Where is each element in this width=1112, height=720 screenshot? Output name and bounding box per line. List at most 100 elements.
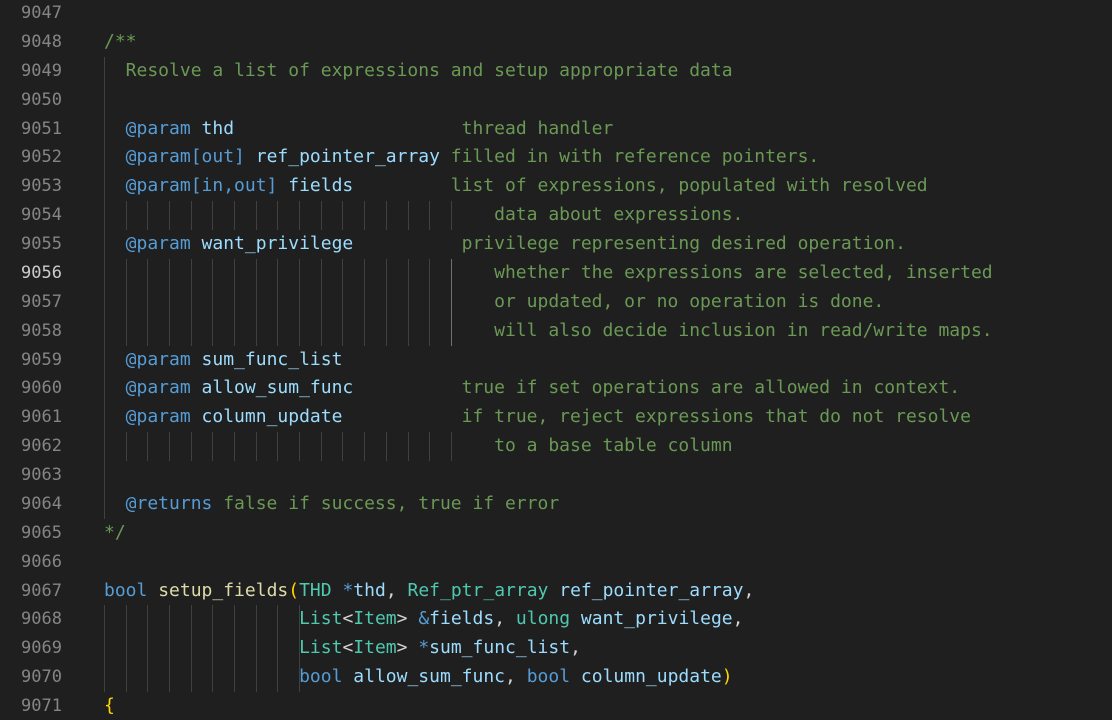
code-token: fields [288,175,354,197]
code-text: data about expressions. [104,201,743,230]
code-text: @param sum_func_list [104,346,343,375]
code-token: thread handler [234,117,614,139]
line-number: 9071 [21,696,62,716]
line-number: 9070 [21,667,62,688]
line-number: 9059 [21,349,62,370]
code-token: < [342,637,354,659]
code-line[interactable]: 9054 data about expressions. [0,201,1112,230]
line-number: 9064 [21,493,62,514]
line-number: 9050 [21,89,62,110]
code-text: @param want_privilege privilege represen… [104,230,906,259]
code-token: */ [104,521,126,543]
code-line[interactable]: 9049 Resolve a list of expressions and s… [0,56,1112,86]
code-text: { [104,692,115,720]
code-token: whether the expressions are selected, in… [104,261,993,283]
code-token: filled in with reference pointers. [439,146,820,168]
code-token: bool [299,666,343,688]
code-token: * [418,637,430,659]
code-token: ref_pointer_array [559,579,744,601]
code-token: Ref_ptr_array [407,579,549,601]
code-token: @param [104,377,191,399]
line-number: 9066 [21,551,62,572]
code-line[interactable]: 9048 /** [0,28,1112,57]
code-text: @returns false if success, true if error [104,490,559,519]
line-number: 9048 [21,31,62,52]
line-number: 9047 [21,3,62,23]
code-token: allow_sum_func [353,666,505,688]
code-line[interactable]: 9070 bool allow_sum_func, bool column_up… [0,663,1112,692]
code-text: @param[out] ref_pointer_array filled in … [104,143,820,172]
code-line[interactable]: 9051 @param thd thread handler [0,114,1112,144]
code-token: @param [104,348,191,370]
code-line[interactable]: 9061 @param column_update if true, rejec… [0,403,1112,433]
indent-guide [104,461,105,490]
code-token: data about expressions. [104,204,744,226]
code-token: privilege representing desired operation… [353,233,906,254]
code-token: bool [526,666,571,688]
code-line[interactable]: 9071 { [0,692,1112,720]
code-token: Item [353,637,397,659]
line-number: 9067 [21,580,62,601]
code-line[interactable]: 9063 [0,461,1112,490]
code-line[interactable]: 9069 List<Item> *sum_func_list, [0,634,1112,664]
code-line[interactable]: 9050 [0,85,1112,115]
code-token: bool [104,579,148,601]
code-line[interactable]: 9067 bool setup_fields(THD *thd, Ref_ptr_… [0,577,1112,606]
code-token: @returns [104,492,213,514]
line-number: 9068 [21,609,62,630]
code-line[interactable]: 9059 @param sum_func_list [0,345,1112,375]
code-token: , [570,637,581,659]
code-line[interactable]: 9064 @returns false if success, true if … [0,489,1112,519]
code-token: true if set operations are allowed in co… [353,377,961,399]
line-number: 9054 [21,205,62,226]
code-line[interactable]: 9066 [0,548,1112,577]
code-token: thd [353,579,386,601]
code-text: List<Item> *sum_func_list, [104,634,581,663]
code-token: List [299,608,343,630]
code-line[interactable]: 9052 @param[out] ref_pointer_array fille… [0,143,1112,173]
code-text: List<Item> &fields, ulong want_privilege… [104,605,743,634]
code-token: Resolve a list of expressions and setup … [104,59,733,81]
code-text: /** [104,28,137,57]
code-line[interactable]: 9058 will also decide inclusion in read/… [0,316,1112,346]
code-token: * [342,579,354,601]
code-token: setup_fields [158,579,289,601]
code-line[interactable]: 9065 */ [0,519,1112,548]
code-token: @param[out] [104,146,245,168]
code-line[interactable]: 9057 or updated, or no operation is done… [0,287,1112,317]
code-text: @param thd thread handler [104,115,614,144]
code-text: */ [104,519,126,548]
code-token: @param [104,117,191,139]
code-token: List [299,637,343,659]
code-token: column_update [580,666,722,688]
code-token: thd [201,117,235,139]
code-token: , [732,608,744,630]
code-token: sum_func_list [201,348,343,370]
code-token: allow_sum_func [201,377,354,399]
code-text: or updated, or no operation is done. [104,288,884,317]
code-line[interactable]: 9068 List<Item> &fields, ulong want_priv… [0,605,1112,635]
code-token: , [385,579,408,601]
code-line[interactable]: 9053 @param[in,out] fields list of expre… [0,172,1112,202]
indent-guide [104,85,105,115]
code-line[interactable]: 9055 @param want_privilege privilege rep… [0,230,1112,259]
code-line[interactable]: 9060 @param allow_sum_func true if set o… [0,374,1112,404]
code-line[interactable]: 9056 whether the expressions are selecte… [0,258,1112,288]
code-editor[interactable]: 9047 9048 /** 9049 Resolve a list of expres… [0,0,1112,720]
code-text: to a base table column [104,432,732,461]
code-line[interactable]: 9062 to a base table column [0,432,1112,461]
code-line[interactable]: 9047 [0,0,1112,28]
code-text: bool allow_sum_func, bool column_update) [104,663,733,692]
code-text: @param[in,out] fields list of expression… [104,172,928,201]
code-token: , [743,579,755,601]
code-token: ( [288,579,300,601]
